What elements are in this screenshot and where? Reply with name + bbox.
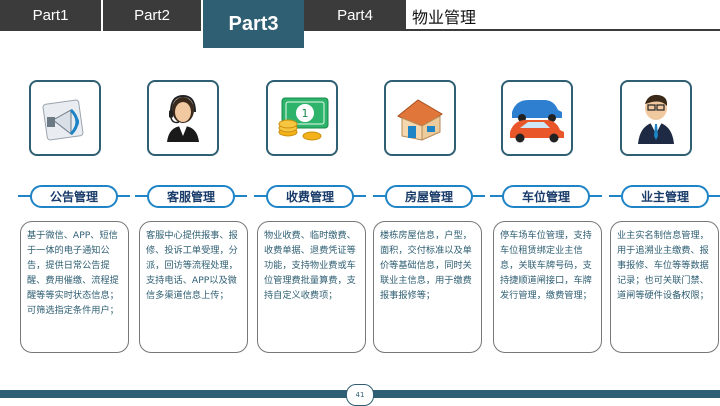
module-desc-billing: 物业收费、临时缴费、收费单据、退费凭证等功能，支持物业费或车位管理费批量算费，支… xyxy=(257,221,366,353)
page-number: 41 xyxy=(346,384,374,406)
tab-part4[interactable]: Part4 xyxy=(304,0,406,31)
module-title-housing: 房屋管理 xyxy=(385,185,473,208)
top-nav: Part1 Part2 Part3 Part4 物业管理 xyxy=(0,0,720,48)
businessman-icon xyxy=(620,80,692,156)
module-desc-customer-service: 客服中心提供报事、报修、投诉工单受理，分派，回访等流程处理，支持电话、APP以及… xyxy=(139,221,248,353)
module-desc-parking: 停车场车位管理，支持车位租赁绑定业主信息，关联车牌号码，支持捷顺道闸接口，车牌发… xyxy=(493,221,602,353)
megaphone-icon xyxy=(29,80,101,156)
module-desc-announcements: 基于微信、APP、短信于一体的电子通知公告，提供日常公告提醒、费用催缴、流程提醒… xyxy=(20,221,129,353)
module-desc-housing: 楼栋房屋信息，户型，面积，交付标准以及单价等基础信息，同时关联业主信息，用于缴费… xyxy=(373,221,482,353)
module-desc-owners: 业主实名制信息管理，用于追溯业主缴费、报事报修、车位等等数据记录；也可关联门禁、… xyxy=(610,221,719,353)
module-title-customer-service: 客服管理 xyxy=(147,185,235,208)
module-title-announcements: 公告管理 xyxy=(30,185,118,208)
module-title-owners: 业主管理 xyxy=(621,185,709,208)
headset-agent-icon xyxy=(147,80,219,156)
svg-text:1: 1 xyxy=(302,107,309,120)
module-title-parking: 车位管理 xyxy=(502,185,590,208)
money-coins-icon: 1 xyxy=(266,80,338,156)
page-title: 物业管理 xyxy=(406,2,720,31)
tab-part3[interactable]: Part3 xyxy=(203,0,304,48)
cars-icon xyxy=(501,80,573,156)
tab-part1[interactable]: Part1 xyxy=(0,0,103,31)
tab-part2[interactable]: Part2 xyxy=(103,0,203,31)
module-title-billing: 收费管理 xyxy=(266,185,354,208)
house-icon xyxy=(384,80,456,156)
